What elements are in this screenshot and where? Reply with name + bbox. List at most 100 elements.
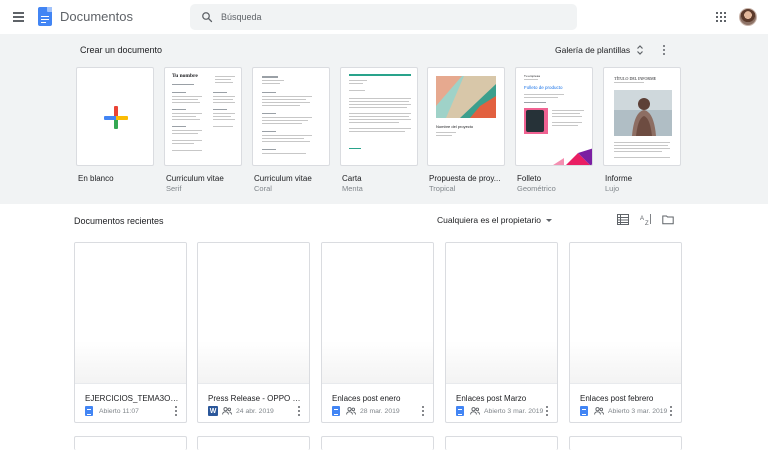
doc-meta: W 24 abr. 2019 [208, 406, 274, 416]
template-gallery: Crear un documento Galería de plantillas… [0, 34, 768, 204]
google-docs-icon [85, 406, 93, 416]
template-brochure-geometric[interactable]: Tu empresa Folleto de producto Folleto G… [515, 67, 593, 193]
thumb-heading: Folleto de producto [524, 85, 563, 90]
list-view-icon[interactable] [617, 214, 629, 225]
recent-doc-card[interactable]: Press Release - OPPO Re... W 24 abr. 201… [197, 242, 310, 423]
template-thumbnail[interactable] [340, 67, 418, 166]
template-name: Informe [605, 174, 633, 183]
doc-meta: Abierto 11:07 [85, 406, 139, 416]
template-blank[interactable]: En blanco [76, 67, 154, 184]
template-name: En blanco [78, 174, 114, 183]
template-letter-mint[interactable]: Carta Menta [340, 67, 418, 193]
template-thumbnail[interactable]: Tu nombre [164, 67, 242, 166]
template-gallery-label: Galería de plantillas [555, 45, 631, 55]
shared-users-icon [346, 407, 356, 415]
doc-name: Enlaces post febrero [580, 394, 654, 403]
report-photo [614, 90, 672, 136]
owner-filter-dropdown[interactable]: Cualquiera es el propietario [437, 214, 552, 226]
template-name: Curriculum vitae [166, 174, 224, 183]
doc-meta: 28 mar. 2019 [332, 406, 400, 416]
doc-preview[interactable] [322, 243, 433, 384]
template-style: Tropical [429, 184, 456, 193]
unfold-icon [637, 45, 644, 55]
template-style: Coral [254, 184, 272, 193]
doc-name: Enlaces post enero [332, 394, 401, 403]
template-cv-serif[interactable]: Tu nombre Curriculum vitae Serif [164, 67, 242, 193]
more-options-icon[interactable] [660, 44, 668, 56]
doc-preview[interactable] [570, 243, 681, 384]
shared-users-icon [470, 407, 480, 415]
folder-icon[interactable] [662, 214, 674, 225]
doc-preview[interactable] [75, 243, 186, 384]
doc-preview[interactable] [198, 243, 309, 384]
template-thumbnail[interactable] [76, 67, 154, 166]
doc-date: Abierto 3 mar. 2019 [608, 407, 668, 415]
doc-date: Abierto 3 mar. 2019 [484, 407, 544, 415]
recent-doc-card[interactable] [321, 436, 434, 450]
hamburger-menu-icon[interactable] [11, 9, 27, 25]
doc-preview[interactable] [446, 243, 557, 384]
word-file-icon: W [208, 406, 218, 416]
recent-doc-card[interactable]: Enlaces post febrero Abierto 3 mar. 2019 [569, 242, 682, 423]
template-thumbnail[interactable] [252, 67, 330, 166]
more-options-icon[interactable] [420, 405, 426, 417]
template-thumbnail[interactable]: TÍTULO DEL INFORME [603, 67, 681, 166]
shared-users-icon [222, 407, 232, 415]
svg-text:Z: Z [645, 221, 649, 225]
google-docs-icon [580, 406, 588, 416]
template-name: Curriculum vitae [254, 174, 312, 183]
template-style: Serif [166, 184, 182, 193]
google-docs-icon [332, 406, 340, 416]
apps-grid-icon[interactable] [716, 12, 726, 22]
template-proposal-tropical[interactable]: Nombre del proyecto Propuesta de proy...… [427, 67, 505, 193]
docs-logo-icon[interactable] [38, 7, 52, 26]
doc-name: EJERCICIOS_TEMA3Obje... [85, 394, 181, 403]
section-title: Crear un documento [80, 45, 163, 55]
template-thumbnail[interactable]: Nombre del proyecto [427, 67, 505, 166]
recent-doc-card[interactable] [569, 436, 682, 450]
template-name: Folleto [517, 174, 542, 183]
thumb-brand: Tu empresa [524, 74, 540, 78]
search-icon[interactable] [201, 11, 213, 23]
template-report-luxury[interactable]: TÍTULO DEL INFORME Informe Lujo [603, 67, 681, 193]
google-docs-icon [456, 406, 464, 416]
template-name: Propuesta de proy... [429, 174, 501, 183]
template-name: Carta [342, 174, 362, 183]
doc-meta: Abierto 3 mar. 2019 [580, 406, 667, 416]
app-header: Documentos [0, 0, 768, 34]
shared-users-icon [594, 407, 604, 415]
recent-docs-title: Documentos recientes [74, 216, 164, 226]
doc-name: Enlaces post Marzo [456, 394, 527, 403]
doc-meta: Abierto 3 mar. 2019 [456, 406, 543, 416]
more-options-icon[interactable] [668, 405, 674, 417]
template-cv-coral[interactable]: Curriculum vitae Coral [252, 67, 330, 193]
app-title[interactable]: Documentos [60, 9, 133, 24]
template-style: Menta [342, 184, 363, 193]
thumb-heading: Tu nombre [172, 73, 198, 79]
search-box[interactable] [190, 4, 577, 30]
recent-doc-card[interactable]: EJERCICIOS_TEMA3Obje... Abierto 11:07 [74, 242, 187, 423]
template-gallery-button[interactable]: Galería de plantillas [555, 42, 644, 58]
more-options-icon[interactable] [173, 405, 179, 417]
recent-doc-card[interactable]: Enlaces post enero 28 mar. 2019 [321, 242, 434, 423]
recent-doc-card[interactable] [74, 436, 187, 450]
more-options-icon[interactable] [544, 405, 550, 417]
doc-name: Press Release - OPPO Re... [208, 394, 304, 403]
svg-text:A: A [640, 216, 644, 222]
doc-date: 28 mar. 2019 [360, 407, 400, 415]
account-avatar[interactable] [739, 8, 757, 26]
template-style: Geométrico [517, 184, 556, 193]
recent-doc-card[interactable] [197, 436, 310, 450]
search-input[interactable] [221, 8, 561, 26]
template-thumbnail[interactable]: Tu empresa Folleto de producto [515, 67, 593, 166]
doc-date: Abierto 11:07 [99, 407, 139, 415]
tropical-art [436, 76, 496, 118]
more-options-icon[interactable] [296, 405, 302, 417]
recent-doc-card[interactable] [445, 436, 558, 450]
owner-filter-label: Cualquiera es el propietario [437, 215, 541, 225]
recent-doc-card[interactable]: Enlaces post Marzo Abierto 3 mar. 2019 [445, 242, 558, 423]
template-style: Lujo [605, 184, 620, 193]
thumb-report-title: TÍTULO DEL INFORME [614, 76, 657, 81]
sort-az-icon[interactable]: A Z [640, 214, 652, 225]
doc-date: 24 abr. 2019 [236, 407, 274, 415]
